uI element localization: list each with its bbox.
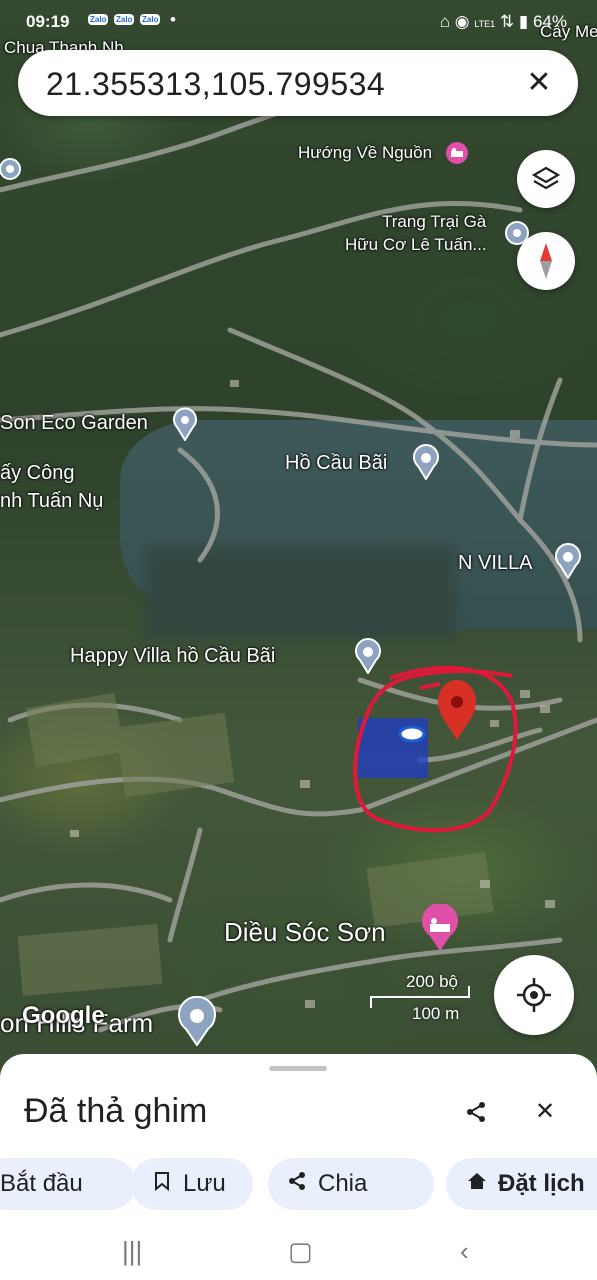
- back-icon[interactable]: ‹: [460, 1236, 469, 1267]
- start-chip[interactable]: Bắt đầu: [0, 1158, 136, 1210]
- drag-handle[interactable]: [269, 1066, 327, 1071]
- dropped-pin-icon[interactable]: [438, 680, 476, 740]
- status-time: 09:19: [26, 12, 70, 31]
- place-pin-icon[interactable]: [175, 995, 219, 1051]
- place-pin-icon[interactable]: [552, 543, 584, 584]
- chip-label: Chia: [318, 1170, 368, 1197]
- zalo-icon: Zalo: [88, 14, 109, 25]
- map-label: ấy Công: [0, 462, 75, 484]
- recent-apps-icon[interactable]: |||: [122, 1236, 142, 1267]
- status-right: ⌂ ◉ LTE1 ⇅ ▮ 64%: [440, 12, 567, 32]
- hotel-pin-icon[interactable]: [444, 140, 470, 171]
- scale-feet: 200 bộ: [406, 972, 458, 991]
- place-label[interactable]: Hướng Về Nguồn: [298, 143, 432, 163]
- place-label[interactable]: Son Eco Garden: [0, 412, 148, 435]
- map-scale: 200 bộ 100 m: [370, 972, 470, 1032]
- place-pin-icon[interactable]: [170, 407, 200, 446]
- close-icon[interactable]: ✕: [518, 62, 560, 104]
- map-canvas[interactable]: Chua Thanh Nh Cây Me Hướng Về Nguồn Tran…: [0, 0, 597, 1080]
- layers-icon: [531, 166, 561, 190]
- chip-label: Lưu: [183, 1170, 226, 1197]
- share-chip[interactable]: Chia: [268, 1158, 434, 1210]
- place-label[interactable]: Hồ Cầu Bãi: [285, 452, 387, 475]
- system-nav-bar: ||| ▢ ‹: [0, 1230, 597, 1280]
- compass-icon: [540, 243, 552, 279]
- sheet-title: Đã thả ghim: [24, 1092, 208, 1130]
- place-label[interactable]: Hữu Cơ Lê Tuấn...: [345, 235, 487, 255]
- map-label: nh Tuấn Nụ: [0, 490, 104, 512]
- search-bar[interactable]: 21.355313,105.799534 ✕: [18, 50, 578, 116]
- layers-button[interactable]: [517, 150, 575, 208]
- close-sheet-button[interactable]: ✕: [525, 1092, 565, 1132]
- close-icon: ✕: [534, 1098, 556, 1125]
- status-bar: 09:19 Zalo Zalo Zalo • ⌂ ◉ LTE1 ⇅ ▮ 64%: [0, 0, 597, 42]
- signal-icon: ⇅ ▮: [499, 12, 529, 31]
- location-icon: ◉: [454, 12, 470, 31]
- place-pin-icon[interactable]: [0, 157, 22, 190]
- place-pin-icon[interactable]: [352, 638, 384, 679]
- share-button[interactable]: [456, 1092, 496, 1132]
- bottom-sheet[interactable]: Đã thả ghim ✕ Bắt đầu Lưu Chia Đặt lịch: [0, 1054, 597, 1280]
- notification-dot: •: [170, 10, 176, 29]
- save-chip[interactable]: Lưu: [131, 1158, 253, 1210]
- network-label: LTE1: [474, 19, 496, 29]
- search-input[interactable]: 21.355313,105.799534: [46, 66, 385, 103]
- share-icon: [467, 1102, 485, 1122]
- home-icon: [464, 1158, 490, 1210]
- place-pin-icon[interactable]: [410, 444, 442, 485]
- bookmark-icon: [149, 1158, 175, 1210]
- crosshair-icon: [517, 978, 551, 1012]
- place-label[interactable]: Trang Trại Gà: [382, 212, 486, 232]
- compass-button[interactable]: [517, 232, 575, 290]
- book-chip[interactable]: Đặt lịch: [446, 1158, 597, 1210]
- share-icon: [284, 1158, 310, 1210]
- zalo-icon: Zalo: [114, 14, 135, 25]
- alarm-icon: ⌂: [439, 12, 451, 31]
- place-label[interactable]: Diều Sóc Sơn: [224, 917, 386, 948]
- location-dot: [398, 725, 426, 743]
- google-watermark: Google: [22, 1002, 105, 1029]
- home-button-icon[interactable]: ▢: [288, 1236, 313, 1267]
- chip-label: Đặt lịch: [498, 1170, 585, 1197]
- scale-meters: 100 m: [412, 1004, 460, 1023]
- chip-label: Bắt đầu: [0, 1170, 83, 1197]
- zalo-icon: Zalo: [140, 14, 161, 25]
- my-location-button[interactable]: [494, 955, 574, 1035]
- hotel-pin-icon[interactable]: [418, 903, 462, 957]
- place-label[interactable]: N VILLA: [458, 552, 532, 575]
- battery-level: 64%: [532, 12, 567, 31]
- action-chips: Bắt đầu Lưu Chia Đặt lịch: [0, 1158, 597, 1214]
- place-label[interactable]: Happy Villa hồ Cầu Bãi: [70, 645, 275, 668]
